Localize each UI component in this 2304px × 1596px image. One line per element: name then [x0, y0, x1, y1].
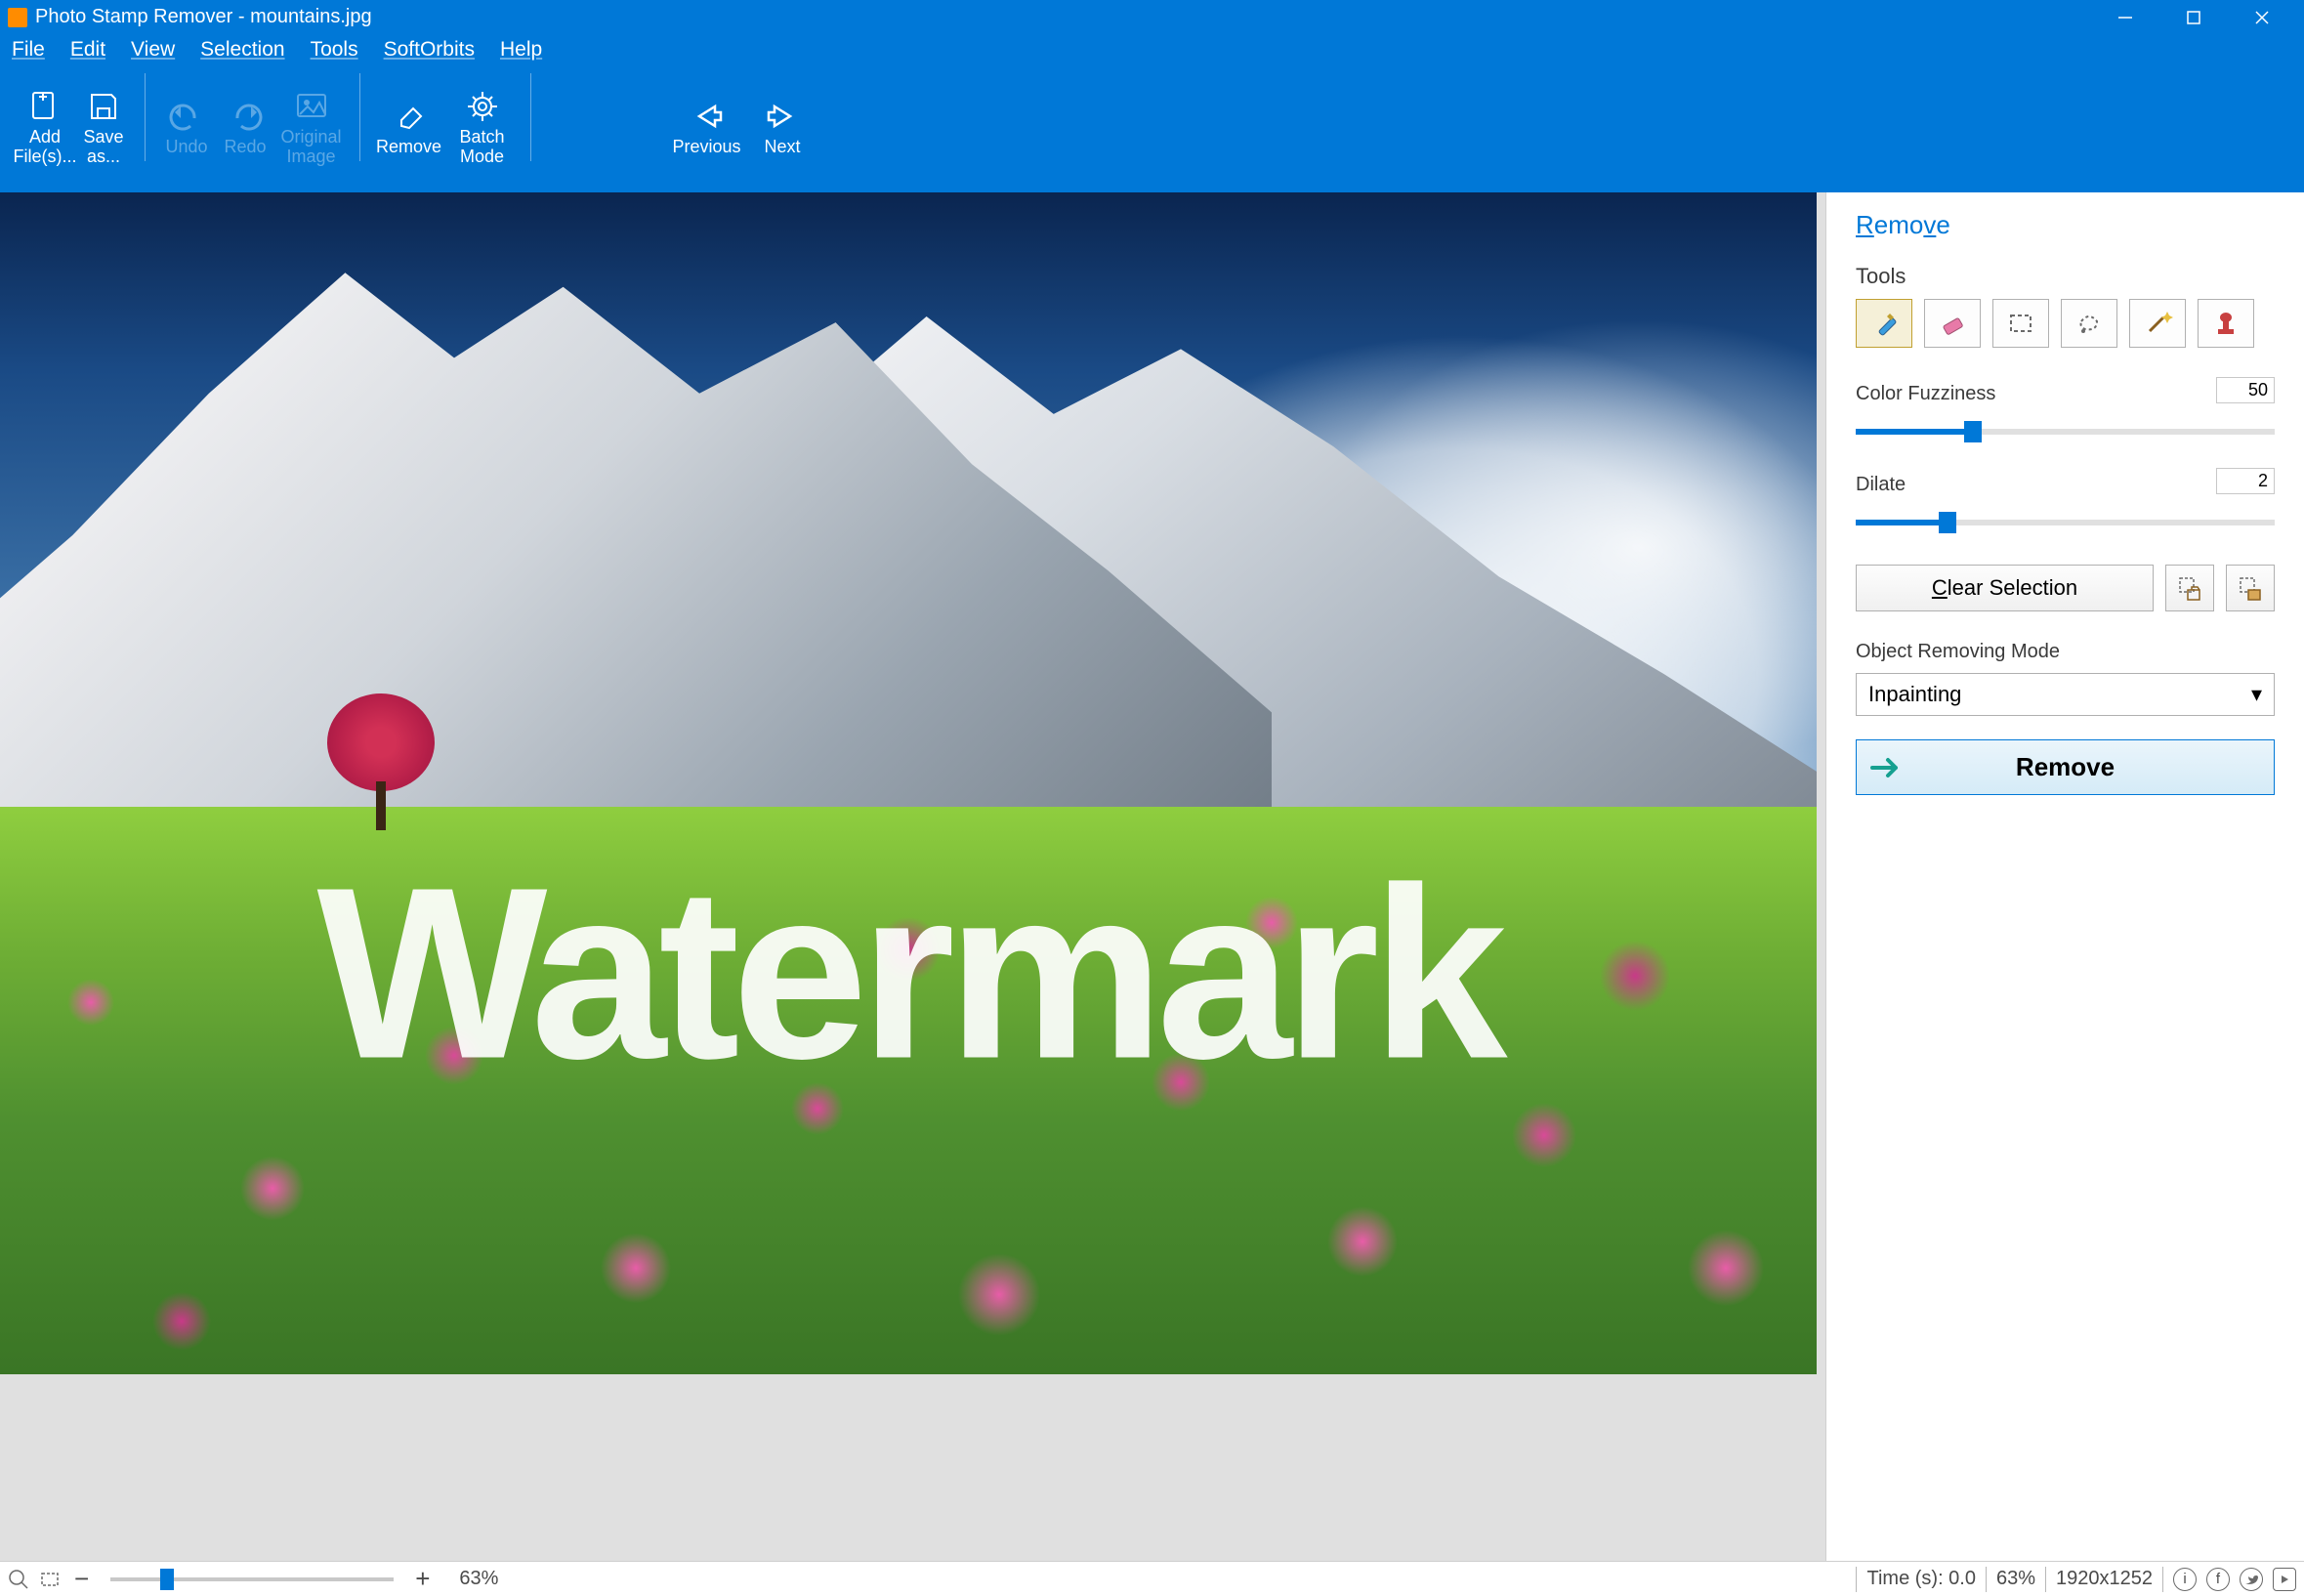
- object-removing-mode-select[interactable]: Inpainting ▾: [1856, 673, 2275, 716]
- maximize-button[interactable]: [2159, 0, 2228, 34]
- menu-edit[interactable]: Edit: [70, 38, 105, 62]
- menu-view[interactable]: View: [131, 38, 175, 62]
- load-selection-button[interactable]: [2226, 565, 2275, 611]
- wand-icon: [2142, 308, 2173, 339]
- arrow-left-icon: [690, 99, 725, 134]
- menu-file[interactable]: File: [12, 38, 45, 62]
- minimize-button[interactable]: [2091, 0, 2159, 34]
- remove-button[interactable]: Remove: [1856, 739, 2275, 795]
- zoom-out-button[interactable]: −: [70, 1564, 93, 1594]
- menu-help[interactable]: Help: [500, 38, 542, 62]
- eraser-tool[interactable]: [1924, 299, 1981, 348]
- app-icon: [8, 8, 27, 27]
- menu-selection[interactable]: Selection: [200, 38, 284, 62]
- object-removing-mode-value: Inpainting: [1868, 682, 1961, 707]
- time-label: Time (s): 0.0: [1866, 1568, 1976, 1590]
- batch-mode-button[interactable]: Batch Mode: [445, 83, 519, 173]
- tools-label: Tools: [1856, 264, 2275, 289]
- marker-tool[interactable]: [1856, 299, 1912, 348]
- arrow-right-icon: [765, 99, 800, 134]
- color-fuzziness-value[interactable]: 50: [2216, 377, 2275, 403]
- canvas-pane: Watermark: [0, 192, 1825, 1561]
- zoom-icon[interactable]: [8, 1569, 29, 1590]
- undo-icon: [169, 99, 204, 134]
- fit-icon[interactable]: [39, 1569, 61, 1590]
- save-selection-icon: [2176, 574, 2203, 602]
- zoom-percent-left: 63%: [459, 1568, 498, 1590]
- chevron-down-icon: ▾: [2251, 682, 2262, 707]
- sidebar: Remove Tools Color Fuzziness 50 Dilate 2: [1825, 192, 2304, 1561]
- color-fuzziness-slider[interactable]: [1856, 429, 2275, 435]
- rectangle-icon: [2005, 308, 2036, 339]
- twitter-icon[interactable]: [2240, 1568, 2263, 1591]
- image-dimensions: 1920x1252: [2056, 1568, 2153, 1590]
- menubar: File Edit View Selection Tools SoftOrbit…: [0, 34, 2304, 65]
- dilate-label: Dilate: [1856, 474, 1906, 496]
- redo-button[interactable]: Redo: [216, 93, 274, 163]
- redo-icon: [228, 99, 263, 134]
- stamp-icon: [2210, 308, 2241, 339]
- zoom-percent-right: 63%: [1996, 1568, 2035, 1590]
- save-selection-button[interactable]: [2165, 565, 2214, 611]
- zoom-slider[interactable]: [110, 1577, 394, 1581]
- lasso-icon: [2074, 308, 2105, 339]
- image-canvas[interactable]: Watermark: [0, 192, 1825, 1561]
- watermark-text: Watermark: [317, 832, 1500, 1113]
- info-icon[interactable]: i: [2173, 1568, 2197, 1591]
- save-as-button[interactable]: Save as...: [74, 83, 133, 173]
- titlebar: Photo Stamp Remover - mountains.jpg: [0, 0, 2304, 34]
- ribbon: Add File(s)... Save as... Undo Redo Orig…: [0, 65, 2304, 192]
- image-icon: [294, 89, 329, 124]
- youtube-icon[interactable]: [2273, 1568, 2296, 1591]
- next-button[interactable]: Next: [753, 93, 812, 163]
- menu-softorbits[interactable]: SoftOrbits: [384, 38, 475, 62]
- color-fuzziness-label: Color Fuzziness: [1856, 383, 1995, 405]
- pencil-icon: [1868, 308, 1900, 339]
- magic-wand-tool[interactable]: [2129, 299, 2186, 348]
- eraser-tool-icon: [1937, 308, 1968, 339]
- tool-row: [1856, 299, 2275, 348]
- dilate-slider[interactable]: [1856, 520, 2275, 525]
- save-icon: [86, 89, 121, 124]
- facebook-icon[interactable]: f: [2206, 1568, 2230, 1591]
- undo-button[interactable]: Undo: [157, 93, 216, 163]
- add-file-icon: [27, 89, 63, 124]
- original-image-button[interactable]: Original Image: [274, 83, 348, 173]
- statusbar: − + 63% Time (s): 0.0 63% 1920x1252 i f: [0, 1561, 2304, 1596]
- lasso-tool[interactable]: [2061, 299, 2117, 348]
- window-title: Photo Stamp Remover - mountains.jpg: [35, 6, 372, 28]
- object-removing-mode-label: Object Removing Mode: [1856, 641, 2275, 663]
- sidebar-tab-remove[interactable]: Remove: [1856, 210, 2275, 240]
- gear-icon: [465, 89, 500, 124]
- stamp-tool[interactable]: [2198, 299, 2254, 348]
- zoom-in-button[interactable]: +: [411, 1564, 434, 1594]
- eraser-icon: [392, 99, 427, 134]
- dilate-value[interactable]: 2: [2216, 468, 2275, 494]
- close-button[interactable]: [2228, 0, 2296, 34]
- menu-tools[interactable]: Tools: [311, 38, 358, 62]
- work-area: Watermark Remove Tools Color Fuzziness 5…: [0, 192, 2304, 1561]
- arrow-right-green-icon: [1870, 756, 1906, 779]
- clear-selection-button[interactable]: Clear Selection: [1856, 565, 2154, 611]
- photo: Watermark: [0, 192, 1817, 1374]
- add-files-button[interactable]: Add File(s)...: [16, 83, 74, 173]
- remove-ribbon-button[interactable]: Remove: [372, 93, 445, 163]
- window-controls: [2091, 0, 2296, 34]
- load-selection-icon: [2237, 574, 2264, 602]
- previous-button[interactable]: Previous: [660, 93, 753, 163]
- rectangle-select-tool[interactable]: [1992, 299, 2049, 348]
